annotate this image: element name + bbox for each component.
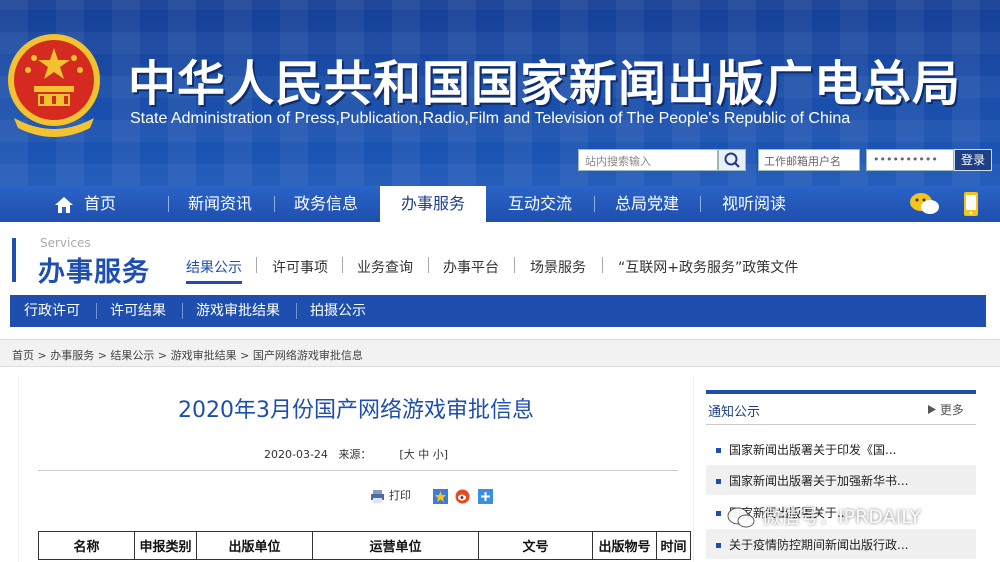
section-title-en: Services	[40, 236, 91, 250]
home-icon	[54, 196, 73, 213]
nav-item-party[interactable]: 总局党建	[598, 186, 696, 222]
password-field[interactable]: ••••••••••	[866, 149, 954, 171]
table-header-operator: 运营单位	[312, 531, 479, 560]
wechat-icon[interactable]	[908, 190, 942, 218]
sidebar-more-link[interactable]: 更多	[928, 401, 964, 418]
bullet-icon	[716, 448, 721, 453]
tab-divider	[342, 257, 343, 273]
subbar-item-permit-results[interactable]: 许可结果	[110, 295, 166, 327]
list-item[interactable]: 国家新闻出版署关于加强新华书...	[706, 465, 976, 495]
login-button[interactable]: 登录	[954, 149, 992, 171]
sidebar-title: 通知公示	[708, 405, 761, 420]
nav-label-home: 首页	[83, 194, 116, 213]
nav-item-audiovisual[interactable]: 视听阅读	[704, 186, 804, 222]
bullet-icon	[716, 479, 721, 484]
subbar-divider	[96, 303, 97, 319]
tab-divider	[256, 257, 257, 273]
tab-divider	[514, 257, 515, 273]
search-button[interactable]	[718, 149, 746, 171]
tab-divider	[428, 257, 429, 273]
list-item-label[interactable]: 关于疫情防控期间新闻出版行政...	[729, 538, 908, 552]
watermark-text: 微信号：IPRDAILY	[762, 506, 921, 528]
article-tools: 打印	[370, 487, 497, 507]
article-date: 2020-03-24	[264, 448, 328, 461]
mobile-icon[interactable]	[960, 190, 982, 218]
nav-item-home[interactable]: 首页	[30, 186, 140, 222]
sidebar-divider	[706, 424, 976, 425]
table-header-row: 名称 申报类别 出版单位 运营单位 文号 出版物号 时间	[38, 531, 691, 560]
font-size-switch[interactable]: [大 中 小]	[399, 448, 448, 461]
nav-divider	[168, 196, 169, 212]
list-item[interactable]: 国家新闻出版署关于印发《国...	[706, 434, 976, 464]
main-nav: 首页 新闻资讯 政务信息 办事服务 互动交流 总局党建 视听阅读	[0, 186, 1000, 222]
national-emblem-icon	[8, 34, 100, 137]
table-header-publisher: 出版单位	[196, 531, 313, 560]
sidebar-more-label[interactable]: 更多	[940, 403, 964, 417]
nav-item-services[interactable]: 办事服务	[380, 186, 486, 222]
username-field[interactable]: 工作邮箱用户名	[758, 149, 860, 171]
subbar-divider	[296, 303, 297, 319]
table-header-category: 申报类别	[134, 531, 197, 560]
subbar-item-admin-permit[interactable]: 行政许可	[24, 295, 80, 327]
share-weibo-icon[interactable]	[455, 489, 470, 504]
article-divider	[38, 470, 678, 471]
bullet-icon	[716, 511, 721, 516]
bullet-icon	[716, 543, 721, 548]
search-icon	[724, 152, 740, 168]
tab-results[interactable]: 结果公示	[186, 257, 242, 284]
article-title: 2020年3月份国产网络游戏审批信息	[178, 398, 534, 423]
print-label[interactable]: 打印	[389, 489, 411, 502]
table-header-date: 时间	[656, 531, 691, 560]
sidebar-accent-bar	[706, 390, 976, 394]
section-title-cn: 办事服务	[38, 257, 150, 288]
search-input[interactable]: 站内搜索输入	[578, 149, 718, 171]
table-header-doc-number: 文号	[478, 531, 593, 560]
tab-service-platform[interactable]: 办事平台	[443, 257, 499, 277]
sub-nav-bar: 行政许可 许可结果 游戏审批结果 拍摄公示	[10, 295, 986, 327]
share-qzone-icon[interactable]	[432, 488, 448, 504]
site-title-cn: 中华人民共和国国家新闻出版广电总局	[128, 56, 962, 112]
table-header-name: 名称	[38, 531, 135, 560]
section-accent-bar	[12, 238, 16, 282]
game-approval-table: 名称 申报类别 出版单位 运营单位 文号 出版物号 时间	[38, 531, 691, 560]
nav-divider	[594, 196, 595, 212]
tab-permits[interactable]: 许可事项	[272, 257, 328, 277]
nav-divider	[274, 196, 275, 212]
table-header-isbn: 出版物号	[592, 531, 657, 560]
tab-policy-docs[interactable]: “互联网+政务服务”政策文件	[618, 257, 798, 277]
breadcrumb[interactable]: 首页 > 办事服务 > 结果公示 > 游戏审批结果 > 国产网络游戏审批信息	[0, 339, 1000, 367]
nav-item-government-info[interactable]: 政务信息	[276, 186, 376, 222]
share-more-icon[interactable]	[477, 488, 493, 504]
site-title-en: State Administration of Press,Publicatio…	[130, 110, 851, 127]
subbar-item-game-approval[interactable]: 游戏审批结果	[196, 295, 280, 327]
tab-scene-service[interactable]: 场景服务	[530, 257, 586, 277]
nav-item-interaction[interactable]: 互动交流	[490, 186, 590, 222]
subbar-divider	[182, 303, 183, 319]
subbar-item-filming-notice[interactable]: 拍摄公示	[310, 295, 366, 327]
wechat-watermark-icon	[727, 507, 755, 527]
list-item-label[interactable]: 国家新闻出版署关于加强新华书...	[729, 474, 908, 488]
nav-divider	[700, 196, 701, 212]
section-header	[0, 222, 1000, 294]
print-icon[interactable]	[370, 489, 385, 504]
watermark: 微信号：IPRDAILY	[726, 502, 921, 532]
article-meta: 2020-03-24 来源： [大 中 小]	[18, 446, 694, 462]
triangle-right-icon	[928, 405, 936, 414]
nav-item-news[interactable]: 新闻资讯	[172, 186, 268, 222]
list-item-label[interactable]: 国家新闻出版署关于印发《国...	[729, 443, 896, 457]
tab-divider	[602, 257, 603, 273]
article-source-label: 来源：	[338, 448, 372, 461]
tab-business-query[interactable]: 业务查询	[357, 257, 413, 277]
list-item[interactable]: 关于疫情防控期间新闻出版行政...	[706, 529, 976, 559]
